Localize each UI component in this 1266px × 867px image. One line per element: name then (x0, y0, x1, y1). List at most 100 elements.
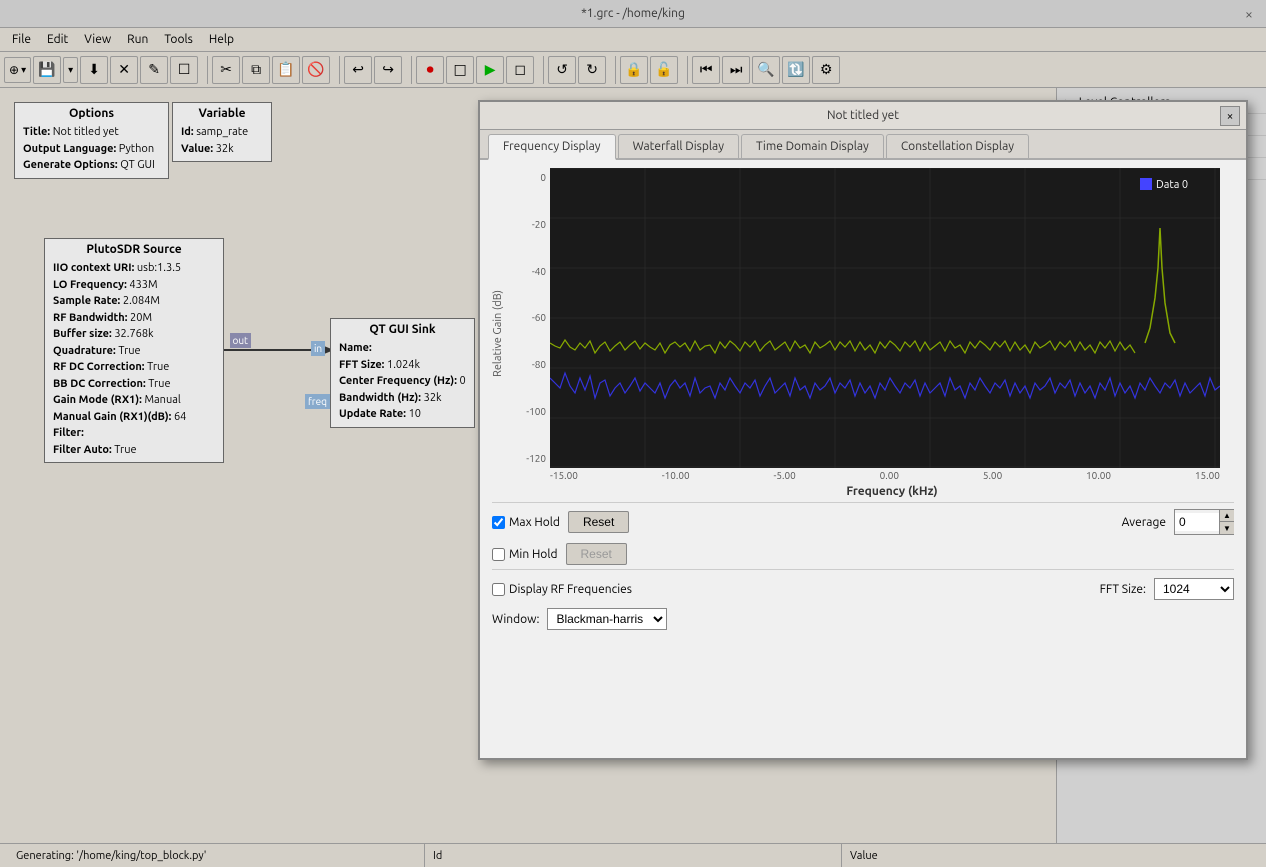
sep4 (538, 56, 544, 84)
plutosdr-block[interactable]: PlutoSDR Source IIO context URI: usb:1.3… (44, 238, 224, 463)
prev-icon: ⏮ (700, 61, 713, 78)
view-btn[interactable]: ☐ (170, 56, 198, 84)
cut-icon: ✂ (220, 61, 232, 78)
x-ticks: -15.00 -10.00 -5.00 0.00 5.00 10.00 15.0… (550, 470, 1220, 481)
redo-btn[interactable]: ↪ (374, 56, 402, 84)
menu-bar: File Edit View Run Tools Help (0, 28, 1266, 52)
fft-label: FFT Size: (1100, 583, 1146, 596)
out-port[interactable]: out (230, 333, 252, 348)
in-port[interactable]: in (311, 341, 325, 356)
prev-btn[interactable]: ⏮ (692, 56, 720, 84)
save-btn[interactable]: 💾 (33, 56, 61, 84)
import-icon: ⬇ (88, 61, 100, 78)
run-btn[interactable]: ▶ (476, 56, 504, 84)
view-icon: ☐ (178, 61, 191, 78)
stop-record-btn[interactable]: □ (446, 56, 474, 84)
next-btn[interactable]: ⏭ (722, 56, 750, 84)
average-spinner[interactable]: ▲ ▼ (1174, 509, 1234, 535)
status-id: Id (425, 844, 842, 867)
max-hold-checkbox[interactable] (492, 516, 505, 529)
max-hold-reset-btn[interactable]: Reset (568, 511, 629, 533)
variable-block[interactable]: Variable Id: samp_rate Value: 32k (172, 102, 272, 162)
options-block[interactable]: Options Title: Not titled yet Output Lan… (14, 102, 169, 179)
stop-icon: ◻ (514, 61, 526, 78)
qtgui-block[interactable]: QT GUI Sink Name: FFT Size: 1.024k Cente… (330, 318, 475, 428)
undo-icon: ↩ (352, 61, 364, 78)
float-title-bar: Not titled yet × (480, 102, 1246, 130)
tab-time-domain-display[interactable]: Time Domain Display (741, 134, 884, 158)
redo-icon: ↪ (382, 61, 394, 78)
menu-edit[interactable]: Edit (39, 31, 76, 48)
display-rf-checkbox[interactable] (492, 583, 505, 596)
unlock-icon: 🔓 (655, 61, 672, 78)
x-axis-label: Frequency (kHz) (550, 485, 1234, 498)
fft-row: FFT Size: 1024 512 2048 4096 (1100, 578, 1234, 600)
paste-btn[interactable]: 📋 (272, 56, 300, 84)
unlock-btn[interactable]: 🔓 (650, 56, 678, 84)
search-icon: 🔍 (757, 61, 774, 78)
rotate-left-btn[interactable]: ↺ (548, 56, 576, 84)
float-close-button[interactable]: × (1220, 106, 1240, 126)
close-file-btn[interactable]: ✕ (110, 56, 138, 84)
variable-row-value: Value: 32k (181, 141, 263, 158)
display-rf-text: Display RF Frequencies (509, 583, 632, 596)
options-block-title: Options (23, 107, 160, 120)
menu-view[interactable]: View (76, 31, 119, 48)
dropdown-arrow-icon: ▾ (21, 64, 26, 76)
spinner-down-btn[interactable]: ▼ (1220, 522, 1234, 534)
save-dropdown[interactable]: ▾ (63, 57, 78, 83)
status-bar: Generating: '/home/king/top_block.py' Id… (0, 843, 1266, 867)
spinner-buttons: ▲ ▼ (1219, 510, 1234, 534)
status-value-label: Value (850, 850, 878, 862)
record-btn[interactable]: ⏺ (416, 56, 444, 84)
add-block-dropdown[interactable]: ⊕ ▾ (4, 57, 31, 83)
undo-btn[interactable]: ↩ (344, 56, 372, 84)
spinner-up-btn[interactable]: ▲ (1220, 510, 1234, 522)
svg-text:Data 0: Data 0 (1156, 179, 1188, 191)
window-select[interactable]: Blackman-harris Hamming Hann Rectangular (547, 608, 667, 630)
next-icon: ⏭ (730, 61, 743, 78)
copy-btn[interactable]: ⧉ (242, 56, 270, 84)
rotate-right-btn[interactable]: ↻ (578, 56, 606, 84)
menu-tools[interactable]: Tools (156, 31, 201, 48)
stop-btn[interactable]: ◻ (506, 56, 534, 84)
display-rf-label[interactable]: Display RF Frequencies (492, 583, 632, 596)
run-icon: ▶ (485, 61, 496, 78)
max-hold-label[interactable]: Max Hold (492, 516, 560, 529)
rotate-left-icon: ↺ (556, 61, 568, 78)
settings-icon: ⚙ (820, 61, 833, 78)
tab-waterfall-display[interactable]: Waterfall Display (618, 134, 739, 158)
toolbar: ⊕ ▾ 💾 ▾ ⬇ ✕ ✎ ☐ ✂ ⧉ 📋 🚫 ↩ ↪ ⏺ □ ▶ (0, 52, 1266, 88)
menu-run[interactable]: Run (119, 31, 156, 48)
freq-port[interactable]: freq (305, 394, 330, 409)
menu-help[interactable]: Help (201, 31, 242, 48)
add-block-icon: ⊕ (9, 63, 19, 77)
sep1 (202, 56, 208, 84)
min-hold-label[interactable]: Min Hold (492, 548, 558, 561)
tab-frequency-display[interactable]: Frequency Display (488, 134, 616, 160)
min-hold-reset-btn[interactable]: Reset (566, 543, 627, 565)
fft-select[interactable]: 1024 512 2048 4096 (1154, 578, 1234, 600)
paste-icon: 📋 (277, 61, 294, 78)
status-id-label: Id (433, 850, 442, 862)
search-btn[interactable]: 🔍 (752, 56, 780, 84)
refresh-icon: 🔃 (787, 61, 804, 78)
min-hold-checkbox[interactable] (492, 548, 505, 561)
y-ticks: 0 -20 -40 -60 -80 -100 -120 (508, 168, 546, 468)
delete-btn[interactable]: 🚫 (302, 56, 330, 84)
max-hold-text: Max Hold (509, 516, 560, 529)
refresh-btn[interactable]: 🔃 (782, 56, 810, 84)
rotate-right-icon: ↻ (586, 61, 598, 78)
main-close-button[interactable]: × (1240, 5, 1258, 23)
tab-constellation-display[interactable]: Constellation Display (886, 134, 1029, 158)
edit-btn[interactable]: ✎ (140, 56, 168, 84)
import-btn[interactable]: ⬇ (80, 56, 108, 84)
cut-btn[interactable]: ✂ (212, 56, 240, 84)
chart-inner: 0 -20 -40 -60 -80 -100 -120 (508, 168, 1234, 498)
settings-btn[interactable]: ⚙ (812, 56, 840, 84)
sep3 (406, 56, 412, 84)
lock-btn[interactable]: 🔒 (620, 56, 648, 84)
average-input[interactable] (1175, 513, 1219, 531)
menu-file[interactable]: File (4, 31, 39, 48)
controls-row-3: Display RF Frequencies FFT Size: 1024 51… (492, 569, 1234, 604)
